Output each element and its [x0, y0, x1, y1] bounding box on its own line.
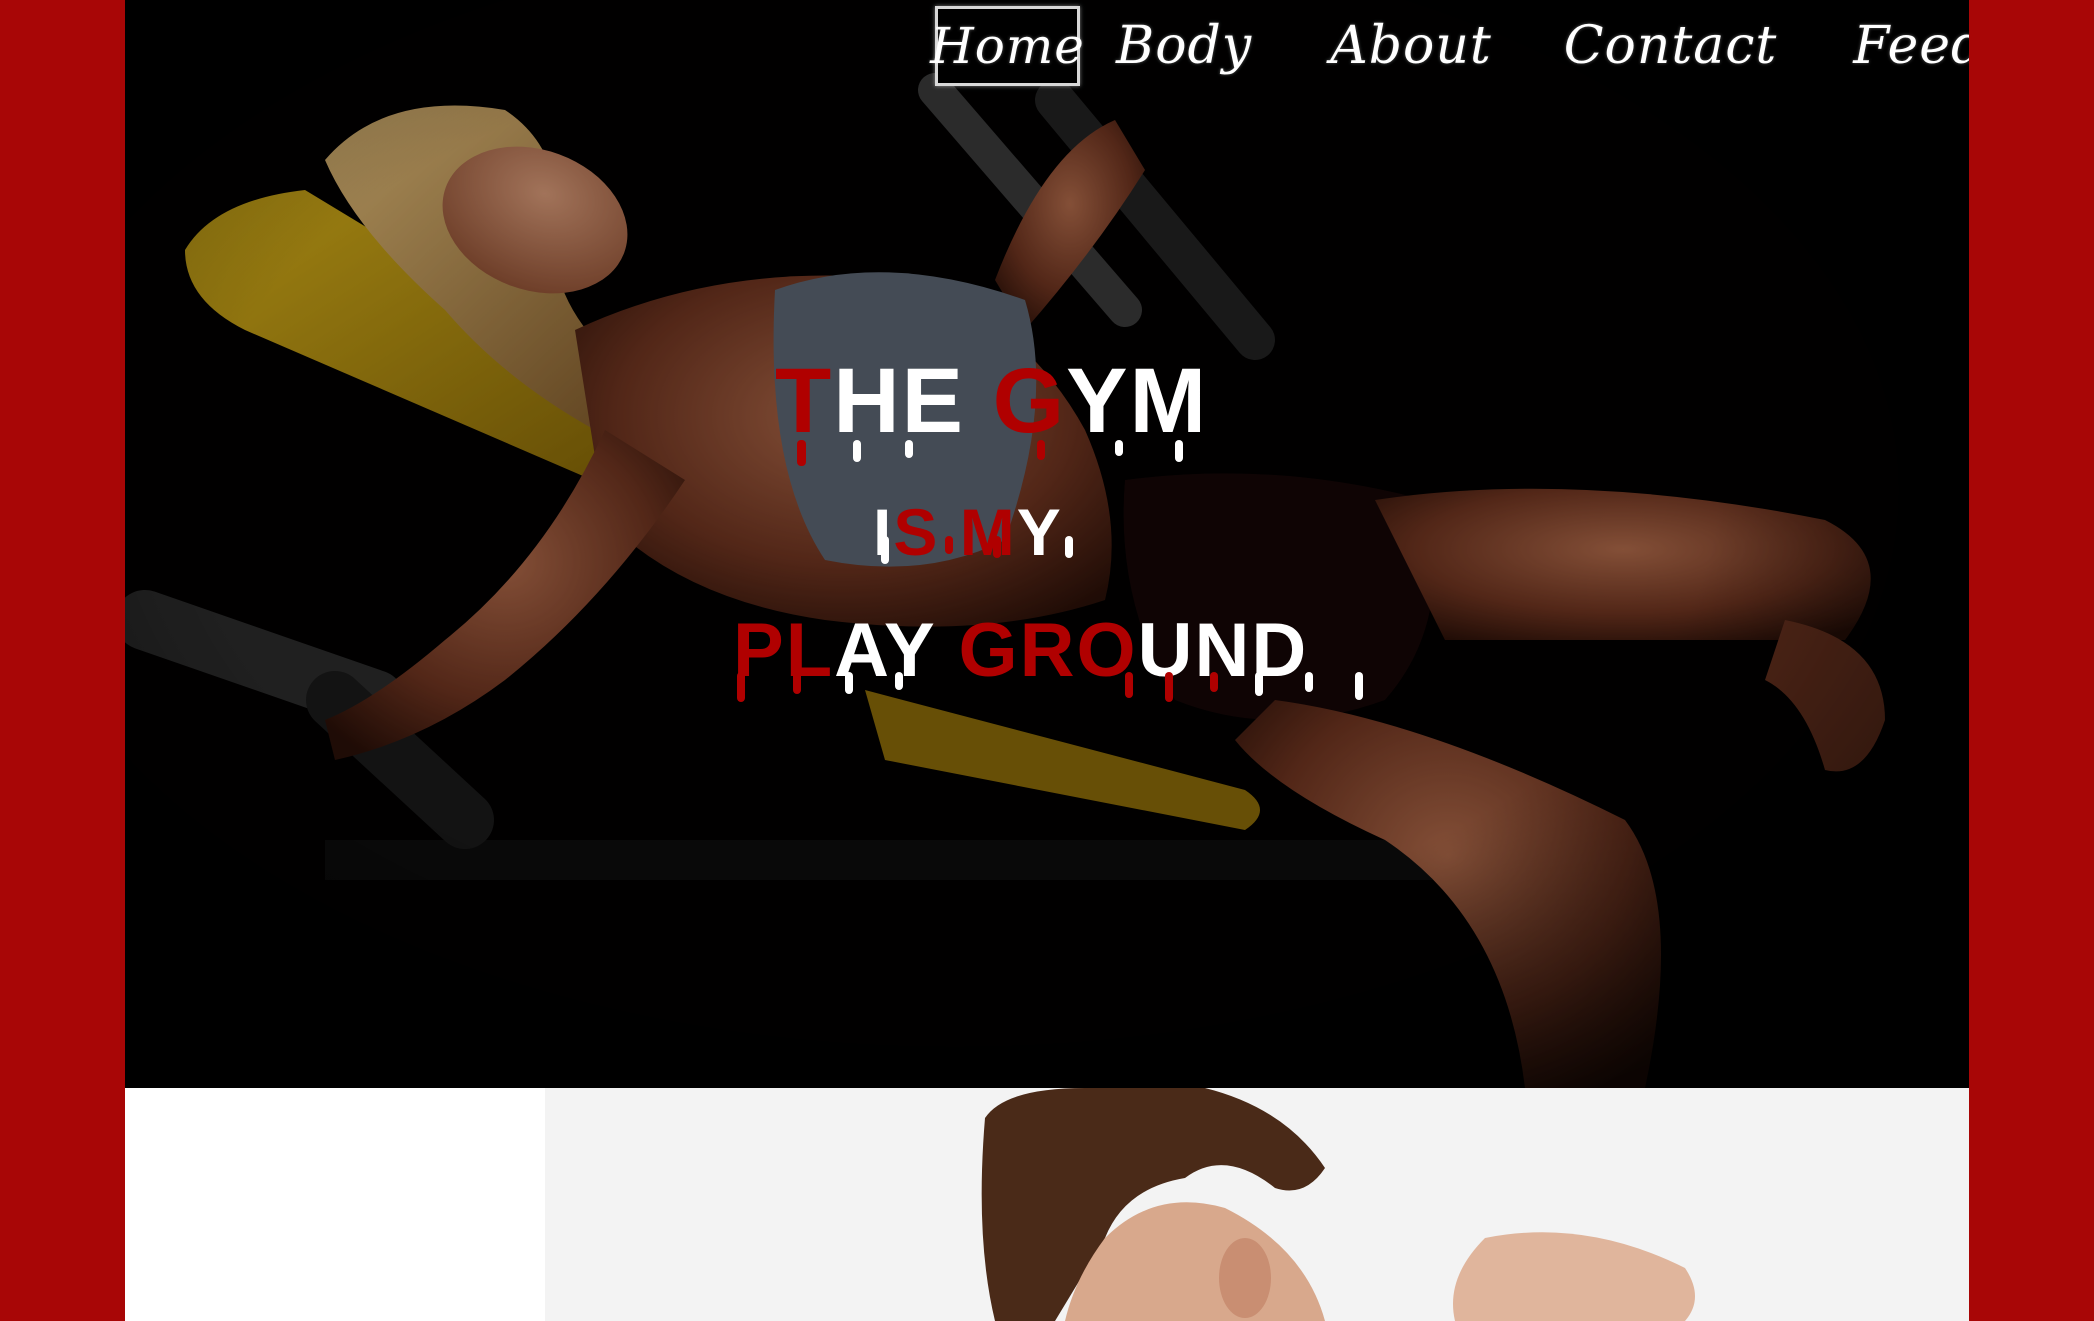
nav-body-link[interactable]: Body — [1100, 12, 1268, 80]
main-nav: Home Body About Contact Feedback — [930, 6, 1969, 86]
headline-word-part: I — [873, 495, 894, 569]
nav-about-link[interactable]: About — [1314, 12, 1508, 80]
headline-word-part: S M — [893, 495, 1017, 569]
nav-feedback-link[interactable]: Feedback — [1837, 12, 1969, 80]
headline-word-part: PL — [733, 608, 835, 693]
headline-line-1: THE GYM — [775, 355, 1208, 447]
headline-word-part: G — [992, 350, 1067, 452]
nav-home-link[interactable]: Home — [930, 6, 1084, 86]
headline-word-part: T — [775, 350, 834, 452]
headline-word-part: Y — [1016, 495, 1063, 569]
headline-word-part: UND — [1137, 608, 1309, 693]
headline-line-3: PLAY GROUND — [733, 613, 1308, 689]
hero-section: Home Body About Contact Feedback THE GYM… — [125, 0, 1969, 1088]
body-section — [125, 1088, 1969, 1321]
headline-word-part: GRO — [958, 608, 1138, 693]
headline-line-2: IS MY — [873, 499, 1063, 565]
headline-word-part: YM — [1066, 350, 1209, 452]
body-section-photo — [125, 1088, 1969, 1321]
headline-word-part: AY — [834, 608, 959, 693]
nav-contact-link[interactable]: Contact — [1548, 12, 1794, 80]
headline-word-part: HE — [833, 350, 993, 452]
page-container: Home Body About Contact Feedback THE GYM… — [125, 0, 1969, 1321]
